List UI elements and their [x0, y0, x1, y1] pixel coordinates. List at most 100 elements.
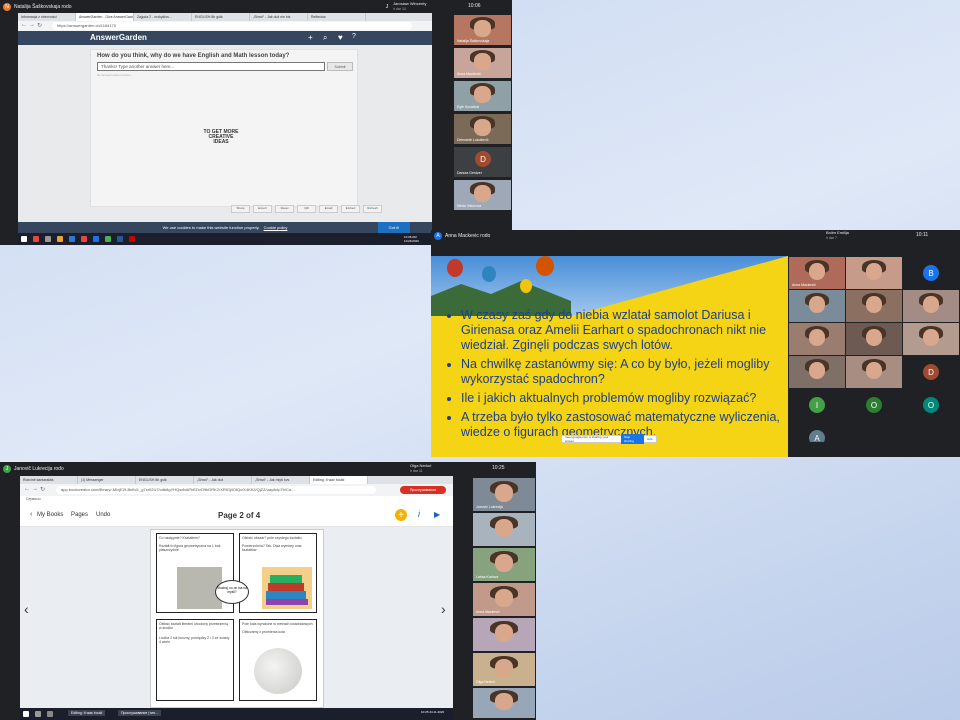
- slide-bullet: Ile i jakich aktualnych problemów moglib…: [461, 391, 788, 406]
- prev-page-icon[interactable]: ‹: [24, 601, 29, 617]
- tab[interactable]: ENGLISH 8b gidk: [192, 13, 250, 21]
- speech-bubble[interactable]: Słuchaj, co on ma na myśli?: [215, 580, 249, 604]
- profile-button[interactable]: Прослушивание: [400, 486, 446, 494]
- address-bar[interactable]: https://answergarden.ch/1164170: [52, 22, 412, 30]
- participant-tile[interactable]: [846, 356, 902, 388]
- tab[interactable]: Reflectus: [308, 13, 366, 21]
- comic-panel[interactable]: Obłość kształt literami otoczony przestr…: [156, 619, 234, 701]
- participant-tile[interactable]: Olga Nerkut: [473, 653, 535, 686]
- app-icon[interactable]: [33, 236, 39, 242]
- participant-tile[interactable]: Natalija Šaškovskaja: [454, 15, 511, 45]
- participant-tile[interactable]: Larisa Karlova: [473, 548, 535, 581]
- participant-tile[interactable]: [846, 257, 902, 289]
- help-icon[interactable]: ?: [352, 33, 356, 40]
- heart-icon[interactable]: ♥: [338, 33, 343, 42]
- submit-button[interactable]: Submit: [327, 62, 353, 71]
- tab[interactable]: (1) Messenger: [78, 476, 136, 484]
- tab[interactable]: Zajęcia 2 - mokyklos...: [134, 13, 192, 21]
- participant-tile[interactable]: Anna Mackevič: [473, 583, 535, 616]
- embed-button[interactable]: Embed: [341, 205, 360, 213]
- hide-button[interactable]: Hide: [647, 437, 653, 441]
- taskbar-app[interactable]: Прослушивание (тип...: [118, 710, 161, 716]
- info-icon[interactable]: i: [418, 509, 420, 519]
- participant-tile[interactable]: Anna Mackevič: [789, 257, 845, 289]
- reset-button[interactable]: Reset: [275, 205, 294, 213]
- participant-tile[interactable]: [903, 323, 959, 355]
- undo-link[interactable]: Undo: [96, 512, 110, 518]
- app-icon[interactable]: [93, 236, 99, 242]
- participant-tile[interactable]: O: [903, 389, 959, 421]
- ag-note: No AnswerGarden before...: [97, 73, 134, 77]
- bookmark-item[interactable]: Сервисы: [26, 497, 41, 501]
- windows-start-icon[interactable]: [23, 711, 29, 717]
- participant-tile[interactable]: [846, 323, 902, 355]
- pages-link[interactable]: Pages: [71, 512, 88, 518]
- participant-tile[interactable]: [903, 290, 959, 322]
- tab[interactable]: ENGLISH 8b gidk: [136, 476, 194, 484]
- participant-tile[interactable]: Janović Lukrecija: [473, 478, 535, 511]
- app-icon[interactable]: [45, 236, 51, 242]
- address-bar[interactable]: app.bookcreator.com/library/-MIcjE2f-Bnf…: [56, 486, 376, 494]
- participant-tile[interactable]: Anna Mackevič: [454, 48, 511, 78]
- play-icon[interactable]: ▶: [434, 510, 440, 519]
- chrome-icon[interactable]: [105, 236, 111, 242]
- tab[interactable]: Rokvinė kantaraktis: [20, 476, 78, 484]
- participant-tile[interactable]: [846, 290, 902, 322]
- plus-icon[interactable]: +: [308, 33, 313, 42]
- taskbar-app[interactable]: Editing: It was bould: [68, 710, 106, 716]
- share-button[interactable]: Share: [231, 205, 250, 213]
- task-view-icon[interactable]: [47, 711, 53, 717]
- stop-sharing-button[interactable]: Stop sharing: [621, 434, 644, 444]
- participant-tile[interactable]: [473, 688, 535, 718]
- next-page-icon[interactable]: ›: [441, 601, 446, 617]
- participant-tile[interactable]: Nikita Viktorova: [454, 180, 511, 210]
- participant-tile[interactable]: Eglė Kovalčuk: [454, 81, 511, 111]
- windows-start-icon[interactable]: [21, 236, 27, 242]
- my-books-link[interactable]: My Books: [37, 512, 63, 518]
- participant-tile[interactable]: [473, 618, 535, 651]
- cookie-policy-link[interactable]: Cookie policy: [264, 225, 288, 230]
- app-icon[interactable]: [69, 236, 75, 242]
- participant-tile[interactable]: I: [789, 389, 845, 421]
- word-icon[interactable]: [117, 236, 123, 242]
- participant-tile[interactable]: D: [903, 356, 959, 388]
- comic-panel[interactable]: Pole koła wyrażone w metrach kwadratowyc…: [239, 619, 317, 701]
- participant-tile[interactable]: A: [789, 422, 845, 442]
- tab[interactable]: Informacja z obecności: [18, 13, 76, 21]
- participant-tile[interactable]: [473, 513, 535, 546]
- refresh-button[interactable]: Refresh: [363, 205, 382, 213]
- participant-tile[interactable]: D Danuta Gerdzer: [454, 147, 511, 177]
- tab[interactable]: „Shwrl“ - Jak duž: [194, 476, 252, 484]
- answer-input[interactable]: Thanks! Type another answer here...: [97, 62, 325, 71]
- forward-icon[interactable]: →: [29, 22, 35, 28]
- search-icon[interactable]: ⌕: [323, 33, 327, 43]
- add-icon[interactable]: +: [395, 509, 407, 521]
- got-it-button[interactable]: Got it!: [378, 222, 410, 233]
- participant-tile[interactable]: [789, 290, 845, 322]
- reload-icon[interactable]: ↻: [40, 486, 45, 493]
- forward-icon[interactable]: →: [32, 486, 38, 492]
- app-icon[interactable]: [81, 236, 87, 242]
- tab[interactable]: AnswerGarden - Give AnswerGarden: [76, 13, 134, 21]
- export-button[interactable]: Export: [253, 205, 272, 213]
- participant-tile[interactable]: B: [903, 257, 959, 289]
- back-icon[interactable]: ←: [21, 22, 27, 28]
- reload-icon[interactable]: ↻: [37, 22, 42, 29]
- participant-tile[interactable]: [789, 323, 845, 355]
- back-chevron-icon[interactable]: ‹: [30, 511, 32, 518]
- app-icon[interactable]: [129, 236, 135, 242]
- search-icon[interactable]: [35, 711, 41, 717]
- email-button[interactable]: Email: [319, 205, 338, 213]
- participant-tile[interactable]: [789, 356, 845, 388]
- cookie-bar: We use cookies to make this website func…: [18, 222, 432, 233]
- ag-logo[interactable]: AnswerGarden: [90, 33, 147, 42]
- back-icon[interactable]: ←: [24, 486, 30, 492]
- tab[interactable]: „Shwrl“ - Jak mlyb kvs: [252, 476, 310, 484]
- participant-tile[interactable]: Deimantė Lukoševič: [454, 114, 511, 144]
- folder-icon[interactable]: [57, 236, 63, 242]
- qr-button[interactable]: QR: [297, 205, 316, 213]
- comic-panel[interactable]: Obłość obszar? pole czystego kształtu Po…: [239, 533, 317, 613]
- tab[interactable]: „Shwrl“ - Jak duž nie bis: [250, 13, 308, 21]
- participant-tile[interactable]: O: [846, 389, 902, 421]
- tab[interactable]: Editing: It wav bould: [310, 476, 368, 484]
